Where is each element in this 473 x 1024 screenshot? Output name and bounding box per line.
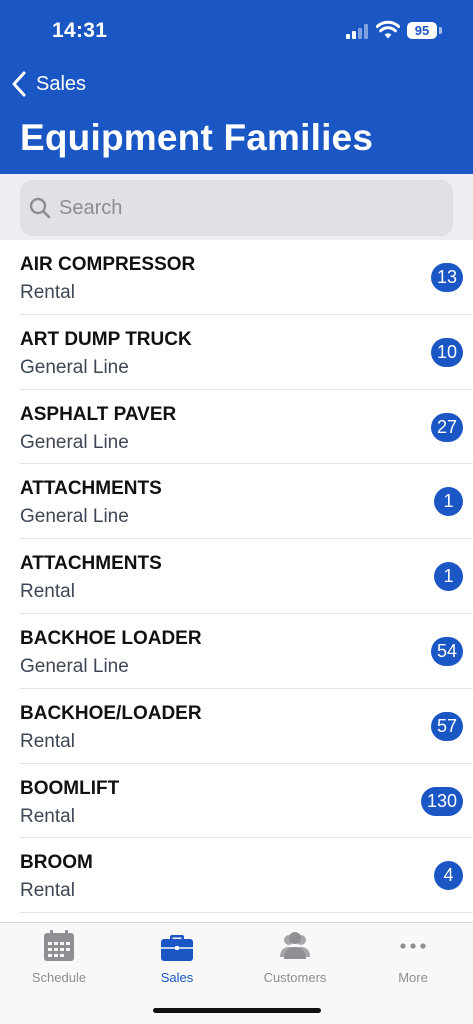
count-badge: 1: [434, 487, 463, 517]
battery-tip: [439, 27, 442, 34]
tab-label: More: [398, 970, 428, 985]
equipment-family-list: AIR COMPRESSOR Rental 13 ART DUMP TRUCK …: [0, 240, 473, 914]
item-title: BROOM: [20, 852, 93, 874]
list-item[interactable]: ATTACHMENTS Rental 1: [20, 539, 473, 614]
count-badge: 1: [434, 562, 463, 592]
tab-label: Sales: [160, 970, 194, 985]
item-subtitle: General Line: [20, 655, 129, 677]
people-icon: [280, 932, 310, 959]
count-badge: 130: [420, 786, 463, 816]
list-item[interactable]: BOOMLIFT Rental 130: [20, 764, 473, 839]
search-icon: [29, 197, 51, 219]
count-badge: 54: [430, 636, 463, 666]
tab-schedule[interactable]: Schedule: [0, 929, 118, 989]
page-title: Equipment Families: [20, 117, 374, 158]
wifi-icon: [376, 20, 400, 39]
search-input[interactable]: [59, 196, 419, 220]
item-subtitle: Rental: [20, 880, 75, 902]
tab-label: Schedule: [31, 970, 87, 985]
list-item[interactable]: ATTACHMENTS General Line 1: [20, 464, 473, 540]
count-badge: 4: [434, 861, 463, 891]
item-title: AIR COMPRESSOR: [20, 254, 196, 275]
list-item[interactable]: AIR COMPRESSOR Rental 13: [20, 240, 473, 315]
tab-more[interactable]: More: [354, 929, 472, 989]
search-bar[interactable]: [20, 180, 453, 236]
list-item[interactable]: BACKHOE/LOADER Rental 57: [20, 689, 473, 764]
count-badge: 10: [430, 337, 463, 367]
home-indicator: [153, 1008, 321, 1013]
count-badge: 27: [430, 412, 463, 442]
item-title: ATTACHMENTS: [20, 553, 162, 575]
item-subtitle: General Line: [20, 431, 129, 453]
count-badge: 13: [430, 263, 463, 292]
tab-sales[interactable]: Sales: [118, 929, 236, 989]
chevron-left-icon: [12, 71, 26, 97]
ellipsis-icon: [400, 943, 426, 949]
back-button[interactable]: Sales: [10, 68, 86, 100]
item-title: ATTACHMENTS: [20, 478, 162, 500]
item-title: BOOMLIFT: [20, 777, 120, 799]
app-header: 14:31 95 Sales Equipment Families: [0, 0, 473, 174]
tab-label: Customers: [263, 970, 327, 985]
item-title: BACKHOE/LOADER: [20, 702, 202, 724]
list-item[interactable]: BACKHOE LOADER General Line 54: [20, 614, 473, 689]
list-item[interactable]: ART DUMP TRUCK General Line 10: [20, 315, 473, 390]
item-subtitle: General Line: [20, 506, 129, 528]
cellular-signal-icon: [346, 23, 370, 39]
battery-icon: 95: [407, 22, 437, 39]
briefcase-icon: [161, 935, 193, 961]
calendar-icon: [44, 930, 74, 961]
item-subtitle: Rental: [20, 805, 75, 827]
back-label: Sales: [36, 72, 87, 95]
status-bar: 14:31 95: [0, 0, 473, 58]
status-time: 14:31: [52, 19, 108, 42]
tab-customers[interactable]: Customers: [236, 929, 354, 989]
item-subtitle: Rental: [20, 282, 75, 303]
count-badge: 57: [430, 711, 463, 741]
search-bar-container: [0, 174, 473, 240]
item-subtitle: Rental: [20, 581, 75, 603]
item-title: BACKHOE LOADER: [20, 627, 202, 649]
item-title: ART DUMP TRUCK: [20, 328, 192, 350]
item-title: ASPHALT PAVER: [20, 403, 177, 425]
item-subtitle: General Line: [20, 356, 129, 378]
list-item[interactable]: BROOM Rental 4: [20, 838, 473, 914]
list-item[interactable]: ASPHALT PAVER General Line 27: [20, 390, 473, 465]
item-subtitle: Rental: [20, 730, 75, 752]
